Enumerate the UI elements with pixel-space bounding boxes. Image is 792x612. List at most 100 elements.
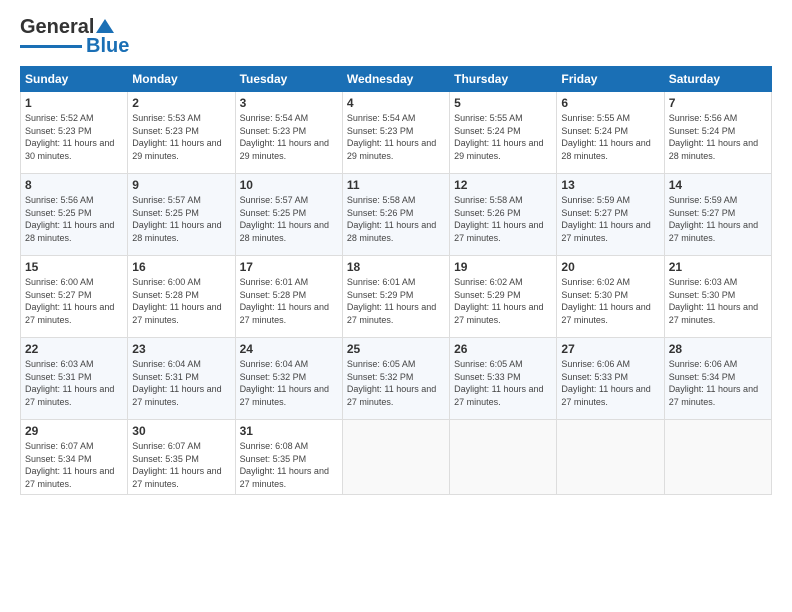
day-info: Sunrise: 5:55 AMSunset: 5:24 PMDaylight:… [454,112,552,162]
table-row: 24 Sunrise: 6:04 AMSunset: 5:32 PMDayligh… [235,338,342,420]
day-number: 16 [132,260,230,274]
day-info: Sunrise: 5:53 AMSunset: 5:23 PMDaylight:… [132,112,230,162]
weekday-header-row: Sunday Monday Tuesday Wednesday Thursday… [21,67,772,92]
day-info: Sunrise: 5:58 AMSunset: 5:26 PMDaylight:… [347,194,445,244]
day-number: 27 [561,342,659,356]
header-thursday: Thursday [450,67,557,92]
day-number: 10 [240,178,338,192]
day-info: Sunrise: 5:54 AMSunset: 5:23 PMDaylight:… [240,112,338,162]
day-number: 15 [25,260,123,274]
table-row [664,420,771,495]
day-info: Sunrise: 5:57 AMSunset: 5:25 PMDaylight:… [132,194,230,244]
day-number: 1 [25,96,123,110]
day-info: Sunrise: 6:00 AMSunset: 5:28 PMDaylight:… [132,276,230,326]
day-info: Sunrise: 5:59 AMSunset: 5:27 PMDaylight:… [561,194,659,244]
table-row [342,420,449,495]
table-row: 29 Sunrise: 6:07 AMSunset: 5:34 PMDayligh… [21,420,128,495]
day-number: 12 [454,178,552,192]
table-row: 11 Sunrise: 5:58 AMSunset: 5:26 PMDayligh… [342,174,449,256]
table-row [450,420,557,495]
day-info: Sunrise: 5:55 AMSunset: 5:24 PMDaylight:… [561,112,659,162]
day-info: Sunrise: 6:06 AMSunset: 5:33 PMDaylight:… [561,358,659,408]
day-number: 8 [25,178,123,192]
day-info: Sunrise: 6:04 AMSunset: 5:32 PMDaylight:… [240,358,338,408]
logo-blue: Blue [86,35,129,58]
day-number: 18 [347,260,445,274]
table-row: 21Sunrise: 6:03 AMSunset: 5:30 PMDayligh… [664,256,771,338]
table-row: 18 Sunrise: 6:01 AMSunset: 5:29 PMDayligh… [342,256,449,338]
day-number: 22 [25,342,123,356]
day-number: 2 [132,96,230,110]
day-info: Sunrise: 6:00 AMSunset: 5:27 PMDaylight:… [25,276,123,326]
day-number: 11 [347,178,445,192]
logo-underline [20,45,82,48]
day-number: 14 [669,178,767,192]
table-row: 12Sunrise: 5:58 AMSunset: 5:26 PMDayligh… [450,174,557,256]
table-row: 28Sunrise: 6:06 AMSunset: 5:34 PMDayligh… [664,338,771,420]
table-row: 30Sunrise: 6:07 AMSunset: 5:35 PMDayligh… [128,420,235,495]
table-row: 22 Sunrise: 6:03 AMSunset: 5:31 PMDayligh… [21,338,128,420]
day-info: Sunrise: 5:59 AMSunset: 5:27 PMDaylight:… [669,194,767,244]
day-number: 6 [561,96,659,110]
logo: General Blue [20,16,129,58]
header-friday: Friday [557,67,664,92]
table-row: 26Sunrise: 6:05 AMSunset: 5:33 PMDayligh… [450,338,557,420]
day-number: 25 [347,342,445,356]
table-row: 2 Sunrise: 5:53 AMSunset: 5:23 PMDaylight… [128,92,235,174]
table-row: 20 Sunrise: 6:02 AMSunset: 5:30 PMDayligh… [557,256,664,338]
calendar-page: General Blue Sunday Monday Tuesday Wedne… [0,0,792,612]
day-number: 30 [132,424,230,438]
day-number: 17 [240,260,338,274]
table-row: 1 Sunrise: 5:52 AMSunset: 5:23 PMDaylight… [21,92,128,174]
day-number: 21 [669,260,767,274]
header-tuesday: Tuesday [235,67,342,92]
header-saturday: Saturday [664,67,771,92]
day-info: Sunrise: 6:02 AMSunset: 5:29 PMDaylight:… [454,276,552,326]
table-row: 15 Sunrise: 6:00 AMSunset: 5:27 PMDayligh… [21,256,128,338]
day-number: 29 [25,424,123,438]
table-row: 25 Sunrise: 6:05 AMSunset: 5:32 PMDayligh… [342,338,449,420]
table-row: 10 Sunrise: 5:57 AMSunset: 5:25 PMDayligh… [235,174,342,256]
day-info: Sunrise: 6:08 AMSunset: 5:35 PMDaylight:… [240,440,338,490]
day-number: 7 [669,96,767,110]
table-row: 7 Sunrise: 5:56 AMSunset: 5:24 PMDaylight… [664,92,771,174]
table-row: 23 Sunrise: 6:04 AMSunset: 5:31 PMDayligh… [128,338,235,420]
table-row: 17 Sunrise: 6:01 AMSunset: 5:28 PMDayligh… [235,256,342,338]
table-row: 19 Sunrise: 6:02 AMSunset: 5:29 PMDayligh… [450,256,557,338]
day-info: Sunrise: 6:01 AMSunset: 5:28 PMDaylight:… [240,276,338,326]
table-row: 5 Sunrise: 5:55 AMSunset: 5:24 PMDaylight… [450,92,557,174]
day-info: Sunrise: 6:02 AMSunset: 5:30 PMDaylight:… [561,276,659,326]
day-number: 31 [240,424,338,438]
day-number: 24 [240,342,338,356]
day-info: Sunrise: 6:07 AMSunset: 5:34 PMDaylight:… [25,440,123,490]
table-row: 13Sunrise: 5:59 AMSunset: 5:27 PMDayligh… [557,174,664,256]
day-number: 3 [240,96,338,110]
day-info: Sunrise: 6:01 AMSunset: 5:29 PMDaylight:… [347,276,445,326]
day-number: 26 [454,342,552,356]
day-info: Sunrise: 5:57 AMSunset: 5:25 PMDaylight:… [240,194,338,244]
day-number: 9 [132,178,230,192]
day-info: Sunrise: 5:52 AMSunset: 5:23 PMDaylight:… [25,112,123,162]
day-number: 5 [454,96,552,110]
day-info: Sunrise: 6:05 AMSunset: 5:32 PMDaylight:… [347,358,445,408]
table-row: 16 Sunrise: 6:00 AMSunset: 5:28 PMDayligh… [128,256,235,338]
table-row: 14 Sunrise: 5:59 AMSunset: 5:27 PMDayligh… [664,174,771,256]
table-row: 31 Sunrise: 6:08 AMSunset: 5:35 PMDayligh… [235,420,342,495]
day-info: Sunrise: 6:06 AMSunset: 5:34 PMDaylight:… [669,358,767,408]
logo-icon [96,17,114,35]
day-info: Sunrise: 5:56 AMSunset: 5:24 PMDaylight:… [669,112,767,162]
header-wednesday: Wednesday [342,67,449,92]
day-number: 4 [347,96,445,110]
day-number: 20 [561,260,659,274]
header-monday: Monday [128,67,235,92]
day-number: 19 [454,260,552,274]
table-row [557,420,664,495]
header-sunday: Sunday [21,67,128,92]
table-row: 3 Sunrise: 5:54 AMSunset: 5:23 PMDaylight… [235,92,342,174]
table-row: 8Sunrise: 5:56 AMSunset: 5:25 PMDaylight… [21,174,128,256]
day-number: 23 [132,342,230,356]
day-info: Sunrise: 6:04 AMSunset: 5:31 PMDaylight:… [132,358,230,408]
table-row: 9 Sunrise: 5:57 AMSunset: 5:25 PMDaylight… [128,174,235,256]
day-info: Sunrise: 6:03 AMSunset: 5:31 PMDaylight:… [25,358,123,408]
table-row: 4Sunrise: 5:54 AMSunset: 5:23 PMDaylight… [342,92,449,174]
